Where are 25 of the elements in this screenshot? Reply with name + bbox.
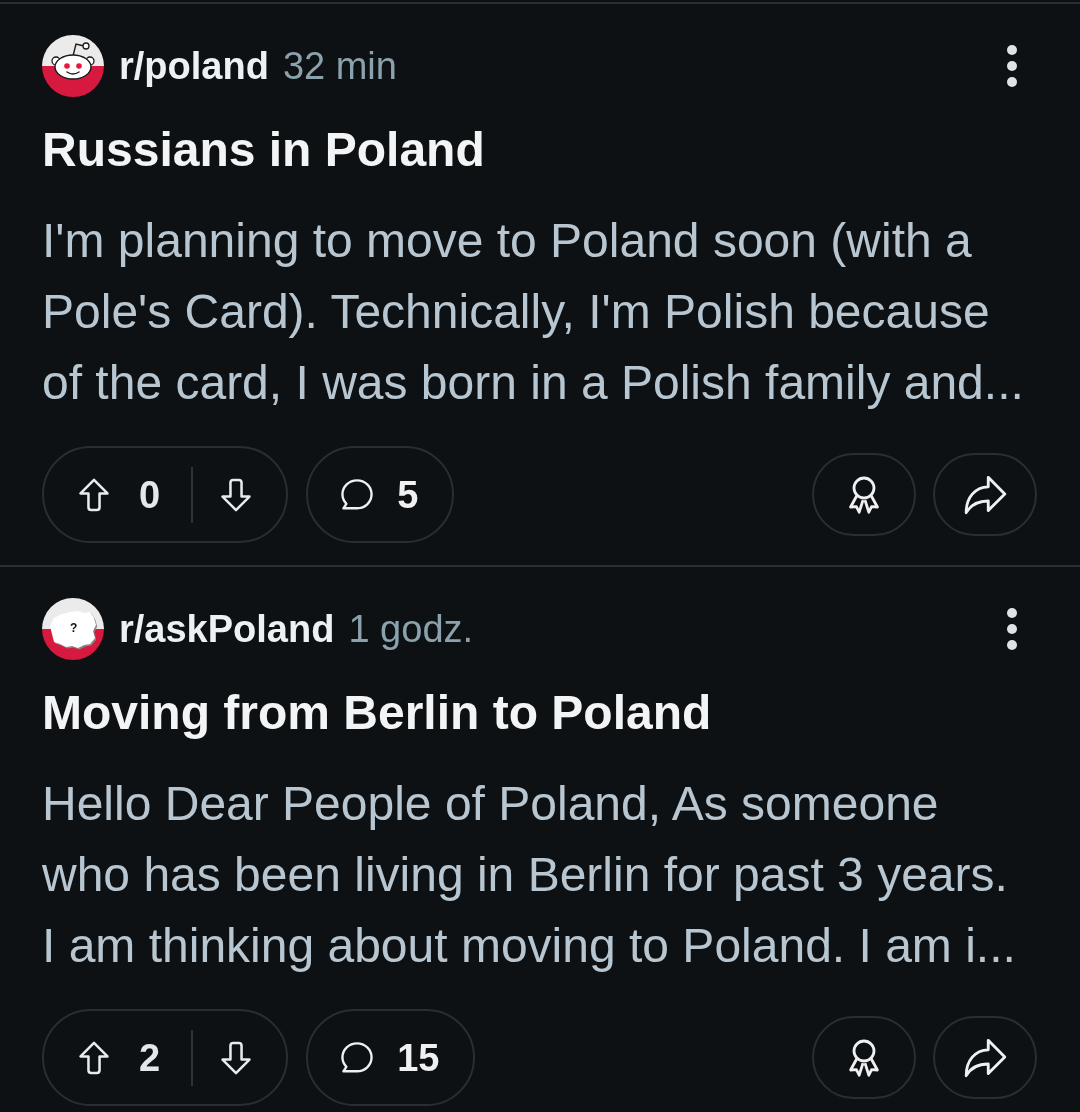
comments-button[interactable]: 15 (306, 1009, 476, 1106)
question-mark: ? (70, 622, 78, 635)
more-icon (1006, 44, 1018, 88)
vote-count: 0 (139, 472, 161, 517)
award-button[interactable] (812, 453, 916, 536)
post-title[interactable]: Russians in Poland (42, 121, 1037, 179)
post-title[interactable]: Moving from Berlin to Poland (42, 684, 1037, 742)
subreddit-name[interactable]: r/poland (119, 43, 269, 89)
post-time: 32 min (282, 44, 397, 89)
more-icon (1006, 607, 1018, 651)
post-body: Hello Dear People of Poland, As someone who has been living in Berlin for past 3 years. I am thinking about moving to Poland. I am i... (42, 776, 1017, 974)
award-button[interactable] (812, 1016, 916, 1099)
post-time: 1 godz. (348, 607, 474, 652)
award-icon (846, 474, 882, 515)
subreddit-name[interactable]: r/askPoland (119, 606, 335, 652)
share-button[interactable] (933, 453, 1037, 536)
mascot-avatar-icon (42, 35, 104, 97)
share-icon (963, 474, 1007, 515)
share-button[interactable] (933, 1016, 1037, 1099)
comments-button[interactable]: 5 (306, 446, 455, 543)
award-icon (846, 1037, 882, 1078)
map-avatar-icon (42, 598, 104, 660)
post-body: I'm planning to move to Poland soon (with a Pole's Card). Technically, I'm Polish because of the card, I was born in a Polish family and... (42, 213, 1025, 411)
share-icon (963, 1037, 1007, 1078)
vote-count: 2 (139, 1035, 161, 1080)
